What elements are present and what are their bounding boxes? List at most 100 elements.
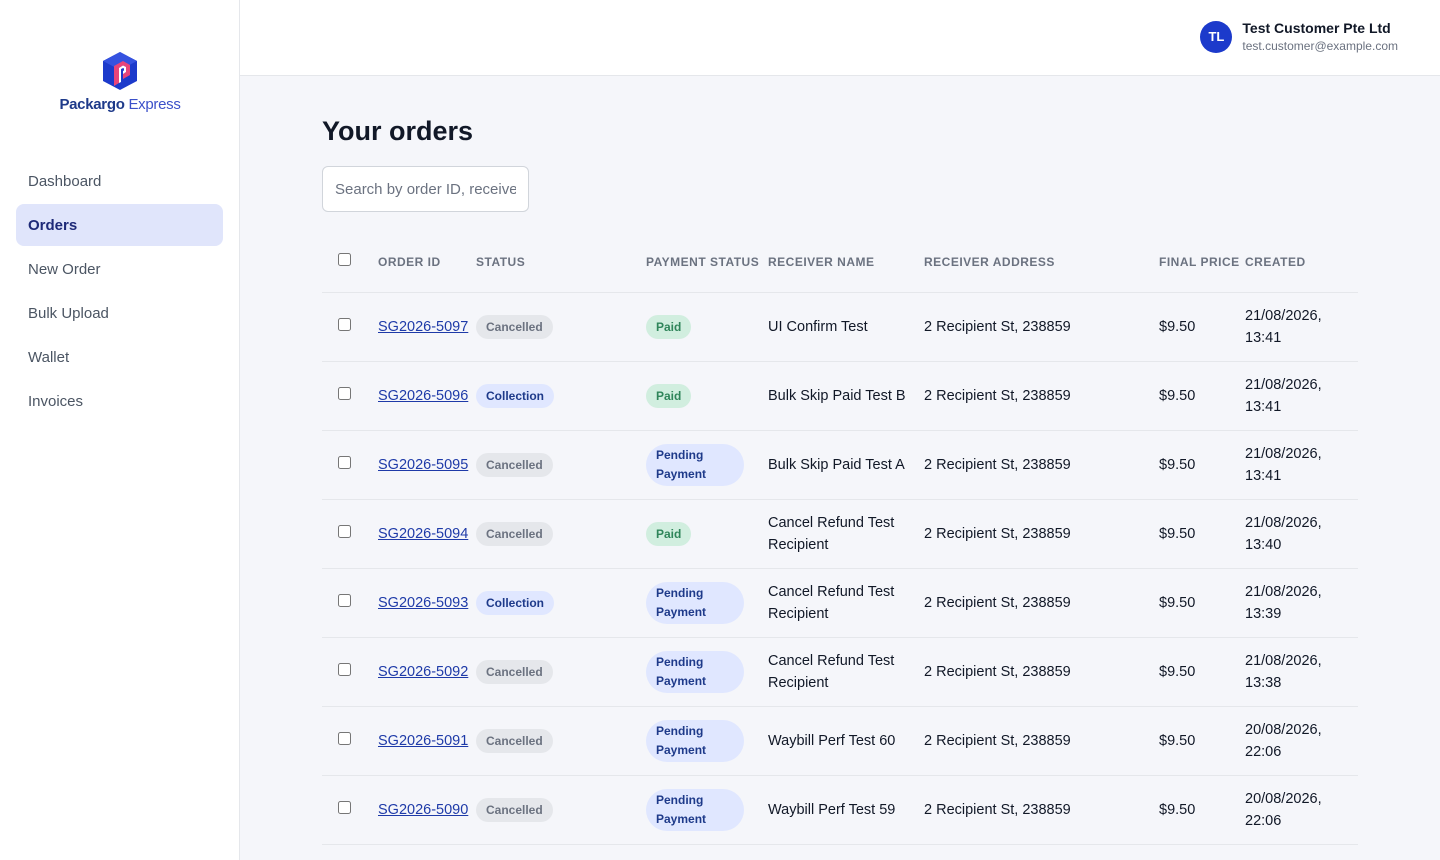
- status-cell: Cancelled: [476, 637, 646, 707]
- sidebar-item-new-order[interactable]: New Order: [16, 248, 223, 290]
- avatar[interactable]: TL: [1200, 20, 1233, 53]
- sidebar-item-wallet[interactable]: Wallet: [16, 336, 223, 378]
- order-id-link[interactable]: SG2026-5095: [378, 457, 468, 473]
- row-select-cell: [322, 430, 378, 500]
- select-all-cell: [322, 234, 378, 293]
- receiver-address-cell: 2 Recipient St, 238859: [924, 499, 1159, 569]
- payment-status-badge: Paid: [646, 383, 692, 408]
- order-id-link[interactable]: SG2026-5097: [378, 319, 468, 335]
- packargo-logo-icon: [103, 52, 137, 90]
- orders-table: ORDER ID STATUS PAYMENT STATUS RECEIVER …: [322, 234, 1358, 845]
- order-id-cell: SG2026-5091: [378, 706, 476, 776]
- table-row[interactable]: SG2026-5091 Cancelled Pending Payment Waybi…: [322, 706, 1358, 776]
- user-menu[interactable]: TL Test Customer Pte Ltd test.customer@e…: [1200, 20, 1398, 53]
- created-cell: 20/08/2026, 22:06: [1245, 706, 1358, 776]
- payment-status-cell: Pending Payment: [646, 637, 768, 707]
- final-price-cell: $9.50: [1159, 775, 1245, 845]
- row-select-cell: [322, 292, 378, 362]
- status-cell: Cancelled: [476, 706, 646, 776]
- row-select-cell: [322, 499, 378, 569]
- order-id-link[interactable]: SG2026-5094: [378, 526, 468, 542]
- sidebar-item-invoices[interactable]: Invoices: [16, 380, 223, 422]
- status-badge: Cancelled: [476, 452, 553, 477]
- receiver-name-cell: Bulk Skip Paid Test A: [768, 430, 924, 500]
- sidebar: Packargo Express Dashboard Orders New Or…: [0, 0, 240, 860]
- row-checkbox[interactable]: [338, 731, 351, 745]
- row-checkbox[interactable]: [338, 524, 351, 538]
- created-cell: 21/08/2026, 13:38: [1245, 637, 1358, 707]
- receiver-address-cell: 2 Recipient St, 238859: [924, 637, 1159, 707]
- payment-status-badge: Pending Payment: [646, 719, 744, 762]
- final-price-cell: $9.50: [1159, 361, 1245, 431]
- select-all-checkbox[interactable]: [338, 253, 351, 267]
- status-badge: Collection: [476, 590, 555, 615]
- order-id-cell: SG2026-5092: [378, 637, 476, 707]
- status-cell: Cancelled: [476, 775, 646, 845]
- payment-status-cell: Pending Payment: [646, 775, 768, 845]
- receiver-address-cell: 2 Recipient St, 238859: [924, 430, 1159, 500]
- status-cell: Collection: [476, 361, 646, 431]
- receiver-name-cell: Cancel Refund Test Recipient: [768, 568, 924, 638]
- order-id-link[interactable]: SG2026-5090: [378, 802, 468, 818]
- payment-status-cell: Pending Payment: [646, 430, 768, 500]
- column-header-receiver-address: RECEIVER ADDRESS: [924, 234, 1159, 293]
- column-header-status: STATUS: [476, 234, 646, 293]
- receiver-name-cell: Cancel Refund Test Recipient: [768, 499, 924, 569]
- sidebar-item-bulk-upload[interactable]: Bulk Upload: [16, 292, 223, 334]
- created-cell: 21/08/2026, 13:40: [1245, 499, 1358, 569]
- table-row[interactable]: SG2026-5095 Cancelled Pending Payment Bulk …: [322, 430, 1358, 500]
- created-cell: 20/08/2026, 22:06: [1245, 775, 1358, 845]
- final-price-cell: $9.50: [1159, 706, 1245, 776]
- brand-name: Packargo Express: [59, 96, 181, 113]
- payment-status-badge: Pending Payment: [646, 788, 744, 831]
- order-id-link[interactable]: SG2026-5092: [378, 664, 468, 680]
- row-checkbox[interactable]: [338, 317, 351, 331]
- order-id-link[interactable]: SG2026-5096: [378, 388, 468, 404]
- receiver-name-cell: Cancel Refund Test Recipient: [768, 637, 924, 707]
- table-row[interactable]: SG2026-5090 Cancelled Pending Payment Waybi…: [322, 775, 1358, 845]
- column-header-payment-status: PAYMENT STATUS: [646, 234, 768, 293]
- created-cell: 21/08/2026, 13:41: [1245, 430, 1358, 500]
- table-row[interactable]: SG2026-5092 Cancelled Pending Payment Cance…: [322, 637, 1358, 707]
- sidebar-item-dashboard[interactable]: Dashboard: [16, 160, 223, 202]
- created-cell: 21/08/2026, 13:41: [1245, 292, 1358, 362]
- receiver-name-cell: UI Confirm Test: [768, 292, 924, 362]
- status-badge: Cancelled: [476, 659, 553, 684]
- row-checkbox[interactable]: [338, 662, 351, 676]
- page-title: Your orders: [322, 116, 474, 146]
- payment-status-cell: Pending Payment: [646, 568, 768, 638]
- payment-status-cell: Paid: [646, 292, 768, 362]
- table-row[interactable]: SG2026-5097 Cancelled Paid UI Confirm Test 2…: [322, 292, 1358, 362]
- payment-status-badge: Paid: [646, 314, 692, 339]
- brand-logo[interactable]: Packargo Express: [0, 50, 240, 113]
- row-select-cell: [322, 706, 378, 776]
- status-badge: Cancelled: [476, 314, 553, 339]
- status-badge: Cancelled: [476, 797, 553, 822]
- order-id-link[interactable]: SG2026-5093: [378, 595, 468, 611]
- payment-status-badge: Paid: [646, 521, 692, 546]
- receiver-name-cell: Waybill Perf Test 60: [768, 706, 924, 776]
- payment-status-badge: Pending Payment: [646, 443, 744, 486]
- order-id-cell: SG2026-5097: [378, 292, 476, 362]
- row-checkbox[interactable]: [338, 386, 351, 400]
- status-badge: Cancelled: [476, 728, 553, 753]
- row-select-cell: [322, 361, 378, 431]
- status-badge: Cancelled: [476, 521, 553, 546]
- table-row[interactable]: SG2026-5094 Cancelled Paid Cancel Refund Te…: [322, 499, 1358, 569]
- row-checkbox[interactable]: [338, 800, 351, 814]
- receiver-name-cell: Waybill Perf Test 59: [768, 775, 924, 845]
- topbar: TL Test Customer Pte Ltd test.customer@e…: [240, 0, 1440, 76]
- table-row[interactable]: SG2026-5093 Collection Pending Payment Canc…: [322, 568, 1358, 638]
- row-checkbox[interactable]: [338, 455, 351, 469]
- order-id-link[interactable]: SG2026-5091: [378, 733, 468, 749]
- table-row[interactable]: SG2026-5096 Collection Paid Bulk Skip Paid …: [322, 361, 1358, 431]
- column-header-receiver-name: RECEIVER NAME: [768, 234, 924, 293]
- sidebar-item-orders[interactable]: Orders: [16, 204, 223, 246]
- receiver-address-cell: 2 Recipient St, 238859: [924, 706, 1159, 776]
- search-input[interactable]: [322, 166, 529, 212]
- order-id-cell: SG2026-5096: [378, 361, 476, 431]
- row-checkbox[interactable]: [338, 593, 351, 607]
- order-id-cell: SG2026-5095: [378, 430, 476, 500]
- final-price-cell: $9.50: [1159, 292, 1245, 362]
- sidebar-nav: Dashboard Orders New Order Bulk Upload W…: [16, 160, 223, 424]
